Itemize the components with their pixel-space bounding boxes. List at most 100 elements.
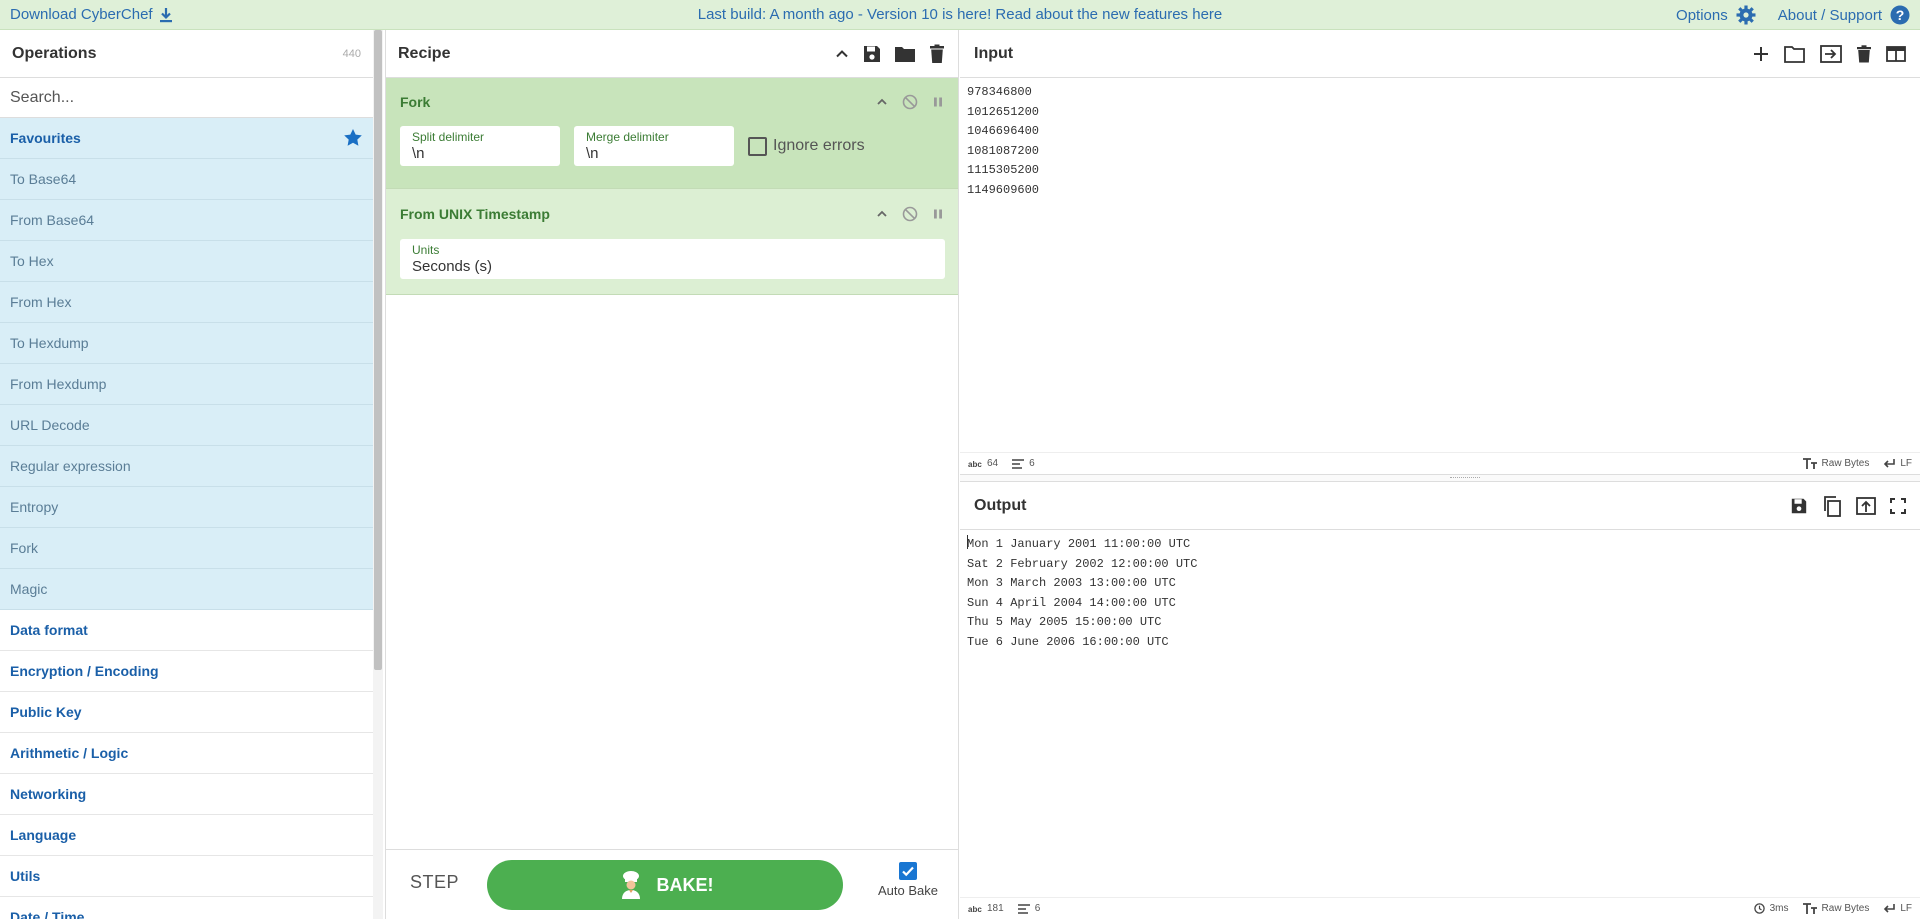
disable-icon[interactable] xyxy=(902,206,918,222)
output-header: Output xyxy=(960,482,1920,530)
output-text-wrap[interactable]: Mon 1 January 2001 11:00:00 UTC Sat 2 Fe… xyxy=(960,530,1920,657)
build-notice[interactable]: Last build: A month ago - Version 10 is … xyxy=(0,6,1920,23)
category-utils[interactable]: Utils xyxy=(0,856,373,897)
auto-bake-checkbox[interactable] xyxy=(899,862,917,880)
split-delimiter-label: Split delimiter xyxy=(412,130,485,144)
help-icon[interactable]: ? xyxy=(1890,5,1910,25)
op-entropy[interactable]: Entropy xyxy=(0,487,373,528)
line-count-stat: 6 xyxy=(1012,458,1035,469)
svg-text:abc: abc xyxy=(968,905,982,913)
category-language[interactable]: Language xyxy=(0,815,373,856)
input-textarea[interactable]: 978346800 1012651200 1046696400 10810872… xyxy=(960,78,1920,452)
bake-button[interactable]: BAKE! xyxy=(487,860,843,910)
output-status-bar: abc 181 6 3ms Raw Bytes LF xyxy=(960,897,1920,919)
save-icon[interactable] xyxy=(1790,497,1808,515)
op-to-hex[interactable]: To Hex xyxy=(0,241,373,282)
category-encryption-encoding[interactable]: Encryption / Encoding xyxy=(0,651,373,692)
recipe-pane: Recipe Fork Split delimiter \n Merge del… xyxy=(385,30,959,919)
eol-selector[interactable]: LF xyxy=(1883,903,1912,914)
trash-icon[interactable] xyxy=(1856,44,1872,63)
pause-icon[interactable] xyxy=(932,96,944,108)
units-select[interactable]: Units Seconds (s) xyxy=(400,239,945,279)
divider-grip[interactable] xyxy=(1450,477,1480,479)
maximise-icon[interactable] xyxy=(1890,497,1906,514)
save-icon[interactable] xyxy=(862,44,882,64)
output-title: Output xyxy=(974,496,1027,514)
recipe-op-fork: Fork Split delimiter \n Merge delimiter … xyxy=(386,78,958,189)
op-from-base64[interactable]: From Base64 xyxy=(0,200,373,241)
open-folder-icon[interactable] xyxy=(1784,45,1806,63)
op-name-from-unix-timestamp: From UNIX Timestamp xyxy=(400,206,550,222)
eol-label[interactable]: LF xyxy=(1900,903,1912,914)
op-magic[interactable]: Magic xyxy=(0,569,373,610)
copy-icon[interactable] xyxy=(1822,495,1842,517)
ignore-errors-label[interactable]: Ignore errors xyxy=(773,137,865,155)
disable-icon[interactable] xyxy=(902,94,918,110)
input-header: Input xyxy=(960,30,1920,78)
options-label[interactable]: Options xyxy=(1676,7,1728,24)
encoding-selector[interactable]: Raw Bytes xyxy=(1802,903,1870,914)
star-icon[interactable] xyxy=(343,128,363,148)
input-status-bar: abc 64 6 Raw Bytes LF xyxy=(960,452,1920,474)
input-title: Input xyxy=(974,44,1014,62)
chevron-up-icon[interactable] xyxy=(876,208,888,220)
eol-label[interactable]: LF xyxy=(1900,458,1912,469)
auto-bake-label[interactable]: Auto Bake xyxy=(878,883,938,898)
op-regular-expression[interactable]: Regular expression xyxy=(0,446,373,487)
chevron-up-icon[interactable] xyxy=(876,96,888,108)
split-delimiter-field[interactable]: Split delimiter \n xyxy=(400,126,560,166)
line-count-stat: 6 xyxy=(1017,903,1040,914)
merge-delimiter-field[interactable]: Merge delimiter \n xyxy=(574,126,734,166)
chevron-up-icon[interactable] xyxy=(834,46,850,62)
auto-bake-toggle[interactable]: Auto Bake xyxy=(872,862,944,898)
search-bar xyxy=(0,78,373,118)
add-tab-icon[interactable] xyxy=(1752,45,1770,63)
encoding-label[interactable]: Raw Bytes xyxy=(1822,903,1870,914)
about-support-label[interactable]: About / Support xyxy=(1778,7,1882,24)
layout-icon[interactable] xyxy=(1886,45,1906,62)
op-from-hexdump[interactable]: From Hexdump xyxy=(0,364,373,405)
category-arithmetic-logic[interactable]: Arithmetic / Logic xyxy=(0,733,373,774)
ignore-errors-checkbox[interactable]: Ignore errors xyxy=(748,136,865,156)
favourites-label[interactable]: Favourites xyxy=(10,130,81,146)
category-date-time[interactable]: Date / Time xyxy=(0,897,373,919)
scrollbar-thumb[interactable] xyxy=(374,30,382,670)
line-count: 6 xyxy=(1029,458,1035,469)
load-file-icon[interactable] xyxy=(1820,44,1842,63)
category-favourites[interactable]: Favourites xyxy=(0,118,373,159)
merge-delimiter-value[interactable]: \n xyxy=(586,145,599,162)
input-text[interactable]: 978346800 1012651200 1046696400 10810872… xyxy=(960,78,1920,205)
svg-text:?: ? xyxy=(1896,7,1905,23)
checkbox-box[interactable] xyxy=(748,136,767,156)
operations-header: Operations 440 xyxy=(0,30,373,78)
encoding-selector[interactable]: Raw Bytes xyxy=(1802,458,1870,469)
bake-time-stat: 3ms xyxy=(1753,903,1789,914)
operations-scrollbar[interactable] xyxy=(373,30,383,919)
replace-input-icon[interactable] xyxy=(1856,496,1876,515)
op-to-hexdump[interactable]: To Hexdump xyxy=(0,323,373,364)
char-count-stat: abc 64 xyxy=(968,458,998,469)
io-divider[interactable] xyxy=(960,474,1920,482)
op-fork[interactable]: Fork xyxy=(0,528,373,569)
output-text[interactable]: Mon 1 January 2001 11:00:00 UTC Sat 2 Fe… xyxy=(967,537,1197,649)
category-data-format[interactable]: Data format xyxy=(0,610,373,651)
split-delimiter-value[interactable]: \n xyxy=(412,145,425,162)
eol-selector[interactable]: LF xyxy=(1883,458,1912,469)
folder-icon[interactable] xyxy=(894,44,916,64)
trash-icon[interactable] xyxy=(928,44,946,64)
pause-icon[interactable] xyxy=(932,208,944,220)
bake-label[interactable]: BAKE! xyxy=(657,875,714,896)
step-button[interactable]: STEP xyxy=(410,872,459,893)
gear-icon[interactable] xyxy=(1736,5,1756,25)
op-from-hex[interactable]: From Hex xyxy=(0,282,373,323)
units-value[interactable]: Seconds (s) xyxy=(412,258,492,275)
category-networking[interactable]: Networking xyxy=(0,774,373,815)
chef-icon[interactable] xyxy=(617,870,645,900)
recipe-header: Recipe xyxy=(386,30,958,78)
op-to-base64[interactable]: To Base64 xyxy=(0,159,373,200)
search-input[interactable] xyxy=(10,88,363,107)
encoding-label[interactable]: Raw Bytes xyxy=(1822,458,1870,469)
category-public-key[interactable]: Public Key xyxy=(0,692,373,733)
output-textarea[interactable]: Mon 1 January 2001 11:00:00 UTC Sat 2 Fe… xyxy=(960,530,1920,897)
op-url-decode[interactable]: URL Decode xyxy=(0,405,373,446)
